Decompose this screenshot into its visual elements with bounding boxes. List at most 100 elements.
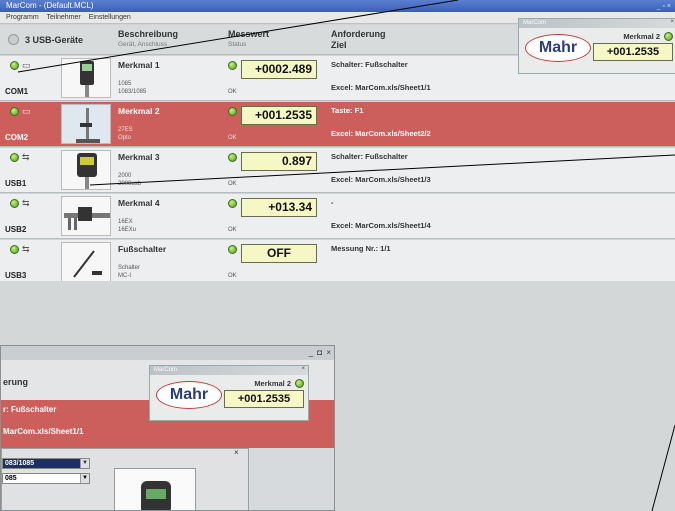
col-header-desc[interactable]: Beschreibung (118, 29, 178, 39)
value-led-icon (228, 107, 237, 116)
status-text: OK (228, 227, 237, 233)
measured-value: +001.2535 (241, 106, 317, 125)
col-header-desc-sub: Gerät, Anschluss (118, 41, 168, 48)
device-row-selected[interactable]: ▭ COM2 Merkmal 2 27ES Opto +001.2535 OK … (0, 102, 675, 147)
popup-close-button[interactable]: × (670, 19, 674, 25)
status-led-icon (10, 153, 19, 162)
request-trigger: Schalter: Fußschalter (331, 60, 408, 69)
device-count: 3 USB-Geräte (25, 35, 84, 45)
device-status-icon (8, 34, 19, 45)
value-led-icon (228, 61, 237, 70)
popup-feature-name: Merkmal 2 (254, 379, 291, 388)
value-led-icon (228, 245, 237, 254)
rs232-connector-icon: ▭ (22, 106, 31, 116)
col-header-req-sub: Ziel (331, 40, 347, 50)
request-target: Excel: MarCom.xls/Sheet1/3 (331, 175, 431, 184)
status-led-icon (10, 245, 19, 254)
foot-switch-image (61, 242, 111, 282)
device-model: 27ES (118, 127, 133, 133)
device-model: Schalter (118, 265, 141, 271)
col-header-req[interactable]: Anforderung (331, 29, 386, 39)
popup-value: +001.2535 (224, 390, 304, 408)
usb-icon: ⇆ (22, 152, 30, 162)
overlay-req-header: erung (3, 377, 29, 387)
device-interface: 16EXu (118, 227, 137, 233)
measured-value: +013.34 (241, 198, 317, 217)
device-type-dropdown[interactable]: 083/1085 ▼ (2, 458, 90, 469)
popup-feature-name: Merkmal 2 (623, 32, 660, 41)
status-text: OK (228, 135, 237, 141)
overlay-marcom-popup[interactable]: MarCom × Mahr Merkmal 2 +001.2535 (149, 365, 309, 421)
value-led-icon (228, 153, 237, 162)
status-led-icon (10, 199, 19, 208)
rs232-connector-icon: ▭ (22, 60, 31, 70)
popup-led-icon (664, 32, 673, 41)
request-target: Excel: MarCom.xls/Sheet2/2 (331, 129, 431, 138)
feature-name: Fußschalter (118, 244, 167, 254)
popup-title: MarCom (150, 366, 308, 375)
feature-name: Merkmal 1 (118, 60, 160, 70)
caliper-image (61, 196, 111, 236)
status-text: OK (228, 89, 237, 95)
device-row[interactable]: ⇆ USB1 Merkmal 3 2000 2000usb 0.897 OK S… (0, 148, 675, 193)
menu-einstellungen[interactable]: Einstellungen (89, 14, 131, 21)
measured-value: OFF (241, 244, 317, 263)
col-header-value-sub: Status (228, 41, 247, 48)
device-model-dropdown[interactable]: 085 ▼ (2, 473, 90, 484)
indicator-gauge-image (61, 58, 111, 98)
mahr-logo: Mahr (156, 381, 222, 409)
marcom-value-popup[interactable]: MarCom × Mahr Merkmal 2 +001.2535 (518, 18, 675, 74)
menu-programm[interactable]: Programm (6, 14, 39, 21)
overlapping-window[interactable]: _ ◘ × erung r: Fußschalter MarCom.xls/Sh… (0, 345, 335, 511)
popup-title: MarCom (519, 19, 675, 28)
usb-icon: ⇆ (22, 244, 30, 254)
overlay-window-controls[interactable]: _ ◘ × (309, 348, 332, 357)
dropdown-value: 083/1085 (5, 460, 35, 467)
port-label: COM1 (5, 87, 29, 96)
status-led-icon (10, 61, 19, 70)
col-header-value[interactable]: Messwert (228, 29, 269, 39)
height-gauge-image (61, 104, 111, 144)
mahr-logo: Mahr (525, 34, 591, 62)
measured-value: 0.897 (241, 152, 317, 171)
chevron-down-icon[interactable]: ▼ (80, 459, 89, 468)
port-label: USB2 (5, 225, 27, 234)
device-model: 2000 (118, 173, 132, 179)
digital-indicator-image (61, 150, 111, 190)
request-trigger: Messung Nr.: 1/1 (331, 244, 391, 253)
device-interface: MC-I (118, 273, 131, 279)
device-interface: 2000usb (118, 181, 142, 187)
measured-value: +0002.489 (241, 60, 317, 79)
popup-value: +001.2535 (593, 43, 673, 61)
request-trigger: Schalter: Fußschalter (331, 152, 408, 161)
title-bar: MarCom - (Default.MCL) _ ▫ × (0, 0, 675, 12)
status-led-icon (10, 107, 19, 116)
chevron-down-icon[interactable]: ▼ (80, 474, 89, 483)
device-row[interactable]: ⇆ USB3 Fußschalter Schalter MC-I OFF OK … (0, 240, 675, 285)
port-label: USB1 (5, 179, 27, 188)
dialog-close-button[interactable]: × (234, 448, 239, 457)
request-trigger: - (331, 198, 334, 207)
device-preview-image (114, 468, 196, 510)
feature-name: Merkmal 4 (118, 198, 160, 208)
window-title: MarCom - (Default.MCL) (6, 1, 94, 10)
port-label: USB3 (5, 271, 27, 280)
dropdown-value: 085 (5, 475, 17, 482)
feature-name: Merkmal 2 (118, 106, 160, 116)
menu-teilnehmer[interactable]: Teilnehmer (47, 14, 81, 21)
feature-name: Merkmal 3 (118, 152, 160, 162)
usb-icon: ⇆ (22, 198, 30, 208)
overlay-title-bar: _ ◘ × (1, 346, 334, 360)
device-settings-dialog[interactable]: × 083/1085 ▼ 085 ▼ (1, 448, 249, 510)
popup-led-icon (295, 379, 304, 388)
device-model: 1085 (118, 81, 132, 87)
request-target: Excel: MarCom.xls/Sheet1/1 (331, 83, 431, 92)
status-text: OK (228, 273, 237, 279)
overlay-request-target: MarCom.xls/Sheet1/1 (3, 427, 84, 436)
port-label: COM2 (5, 133, 29, 142)
status-text: OK (228, 181, 237, 187)
popup-close-button[interactable]: × (301, 366, 305, 372)
request-target: Excel: MarCom.xls/Sheet1/4 (331, 221, 431, 230)
device-row[interactable]: ⇆ USB2 Merkmal 4 16EX 16EXu +013.34 OK -… (0, 194, 675, 239)
overlay-request-trigger: r: Fußschalter (3, 405, 57, 414)
